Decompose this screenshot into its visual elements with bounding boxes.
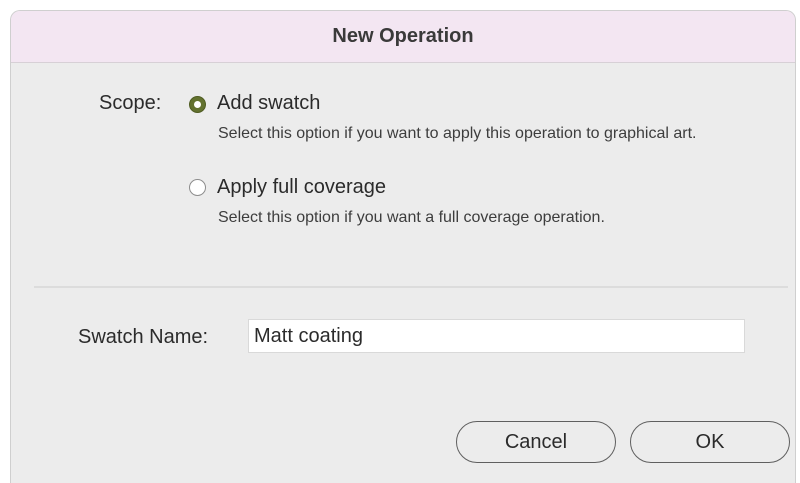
scope-label: Scope: (99, 92, 162, 114)
separator (34, 286, 788, 288)
add-swatch-label[interactable]: Add swatch (217, 92, 320, 115)
dialog-titlebar: New Operation (11, 11, 795, 63)
cancel-button[interactable]: Cancel (456, 421, 616, 463)
apply-full-coverage-label[interactable]: Apply full coverage (217, 176, 386, 199)
apply-full-coverage-radio[interactable] (189, 179, 206, 196)
swatch-name-input[interactable] (248, 319, 745, 353)
ok-button[interactable]: OK (630, 421, 790, 463)
swatch-name-label: Swatch Name: (78, 326, 209, 348)
add-swatch-description: Select this option if you want to apply … (218, 125, 697, 142)
dialog-title: New Operation (332, 25, 474, 47)
add-swatch-radio[interactable] (189, 96, 206, 113)
new-operation-dialog: New Operation Scope: Add swatch Select t… (10, 10, 796, 483)
apply-full-coverage-description: Select this option if you want a full co… (218, 209, 605, 226)
